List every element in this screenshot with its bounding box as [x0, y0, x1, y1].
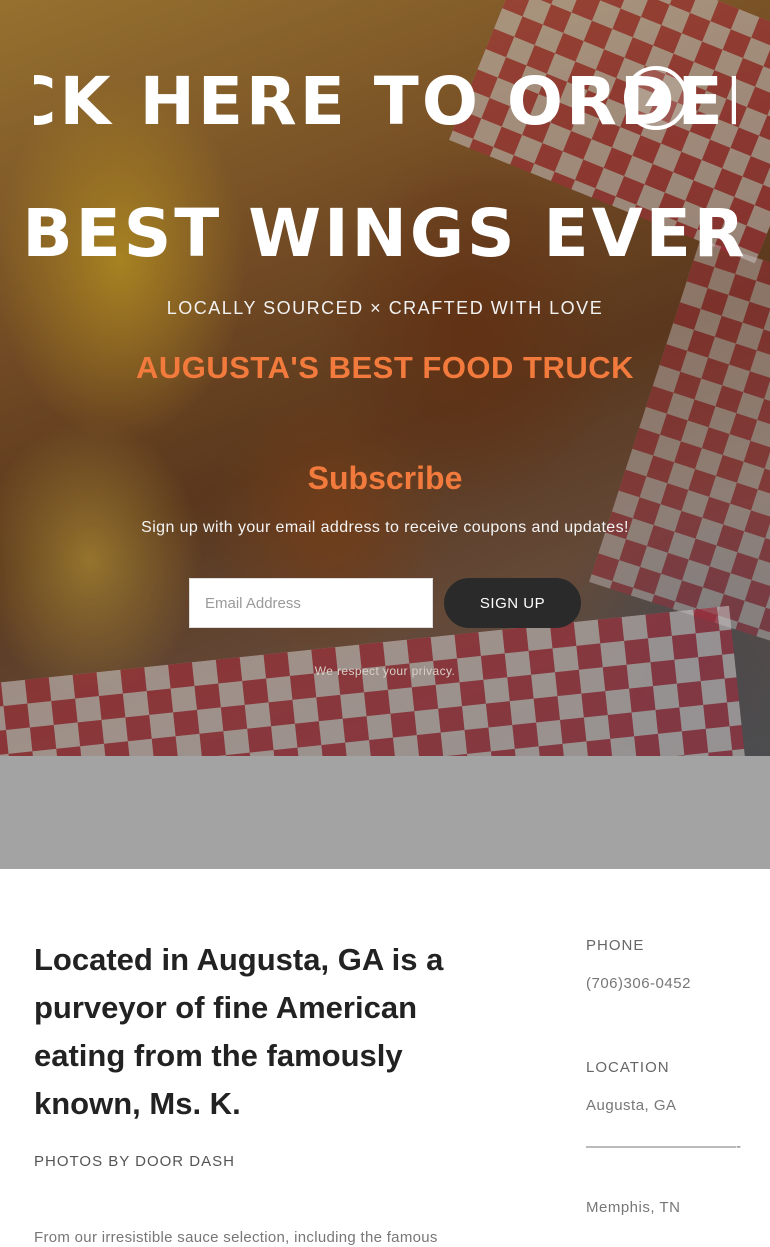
gray-divider-band — [0, 756, 770, 869]
location-divider: ——————————- — [586, 1138, 741, 1155]
circle-play-icon[interactable] — [624, 66, 688, 130]
email-field[interactable] — [189, 578, 433, 628]
hero-tagline: LOCALLY SOURCED × CRAFTED WITH LOVE — [166, 298, 604, 318]
photo-credit: PHOTOS BY DOOR DASH — [34, 1153, 235, 1170]
food-truck-title: AUGUSTA'S BEST FOOD TRUCK — [135, 350, 635, 385]
location-memphis: Memphis, TN — [586, 1199, 681, 1216]
about-heading: Located in Augusta, GA is a purveyor of … — [34, 942, 444, 1121]
phone-link[interactable]: (706)306-0452 — [586, 975, 746, 992]
phone-label: PHONE — [586, 937, 645, 954]
subscribe-title: Subscribe — [307, 460, 463, 496]
hero-section: CLICK HERE TO ORDER CLICK HERE TO ORDER … — [0, 0, 770, 756]
subscribe-description: Sign up with your email address to recei… — [141, 519, 629, 536]
location-label: LOCATION — [586, 1059, 670, 1076]
privacy-note: We respect your privacy. — [314, 664, 456, 678]
about-body-text: From our irresistible sauce selection, i… — [34, 1229, 438, 1246]
location-augusta: Augusta, GA — [586, 1097, 677, 1114]
sign-up-button[interactable]: SIGN UP — [444, 578, 581, 628]
hero-headline: BEST WINGS EVER — [22, 195, 748, 272]
